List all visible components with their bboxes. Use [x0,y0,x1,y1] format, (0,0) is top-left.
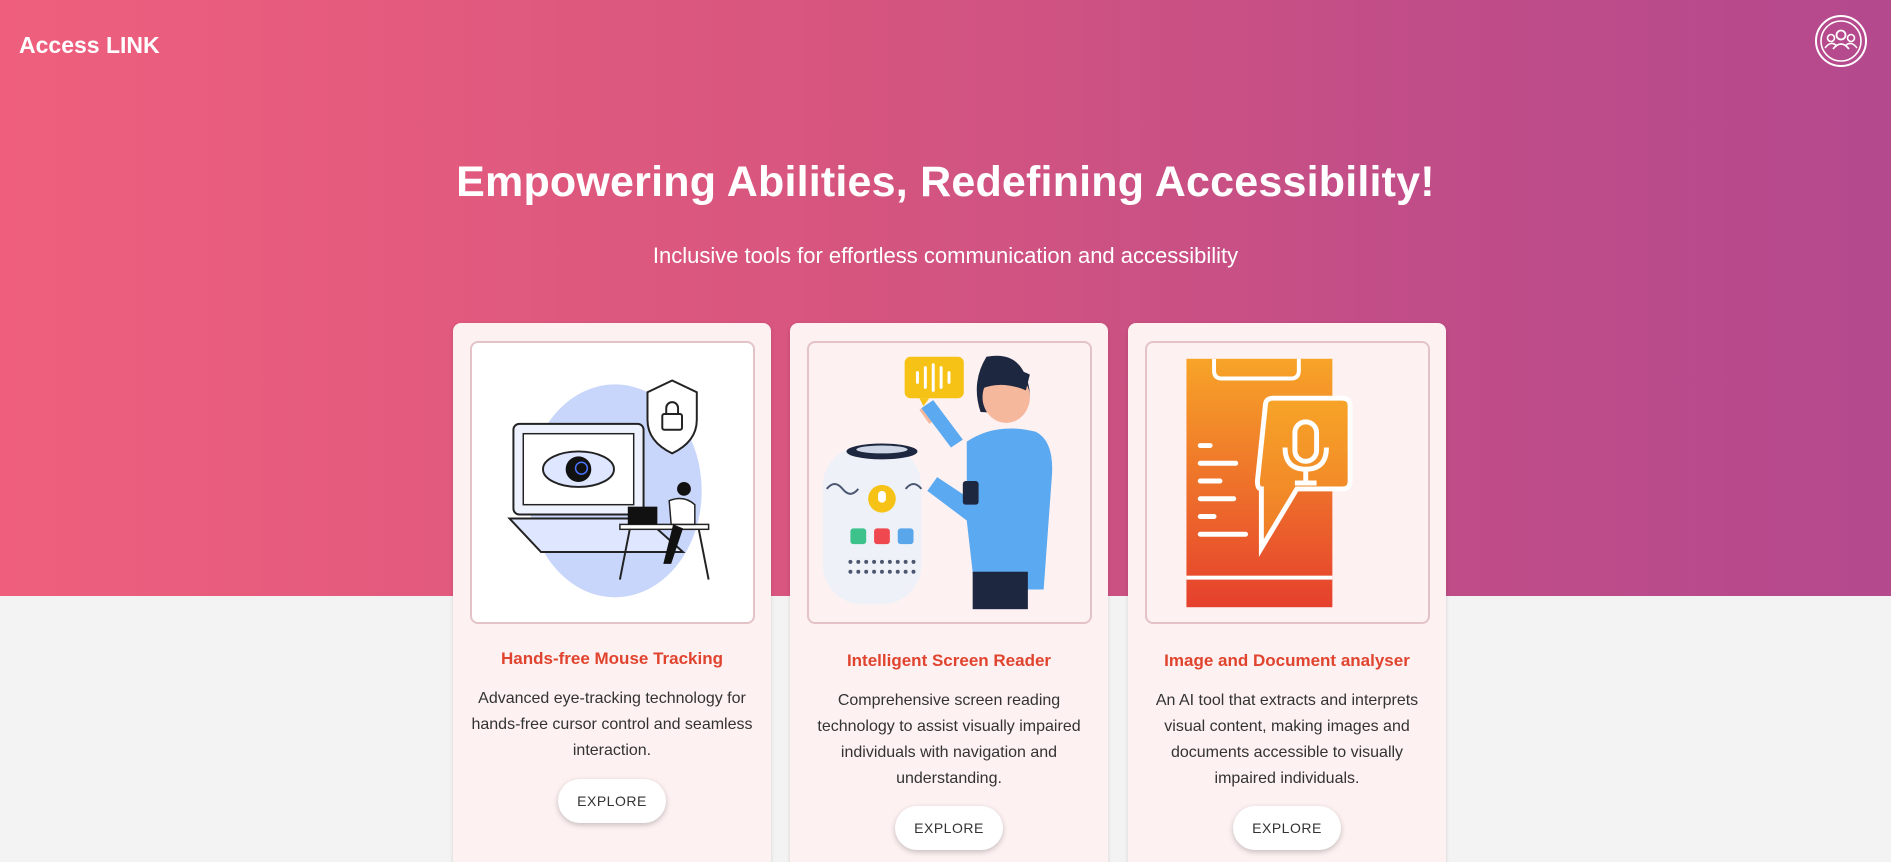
voice-assistant-illustration [807,341,1092,624]
card-description: Advanced eye-tracking technology for han… [471,690,753,759]
users-group-icon[interactable] [1813,13,1869,69]
feature-card-document-analyser: Image and Document analyser An AI tool t… [1128,323,1446,862]
phone-microphone-document-illustration [1145,341,1430,624]
hero-subtitle: Inclusive tools for effortless communica… [652,243,1239,268]
card-title: Image and Document analyser [1164,651,1410,670]
card-title: Hands-free Mouse Tracking [500,649,723,668]
feature-card-screen-reader: Intelligent Screen Reader Comprehensive … [790,323,1108,862]
hero-title: Empowering Abilities, Redefining Accessi… [456,158,1435,206]
card-title: Intelligent Screen Reader [846,651,1052,670]
card-description: Comprehensive screen reading technology … [817,692,1081,787]
card-description: An AI tool that extracts and interprets … [1155,692,1419,787]
explore-button[interactable]: EXPLORE [1233,806,1341,850]
feature-card-mouse-tracking: Hands-free Mouse Tracking Advanced eye-t… [453,323,771,862]
explore-button[interactable]: EXPLORE [895,806,1003,850]
eye-tracking-laptop-illustration [470,341,755,624]
explore-button[interactable]: EXPLORE [558,779,666,823]
brand-logo-text[interactable]: Access LINK [19,32,160,59]
